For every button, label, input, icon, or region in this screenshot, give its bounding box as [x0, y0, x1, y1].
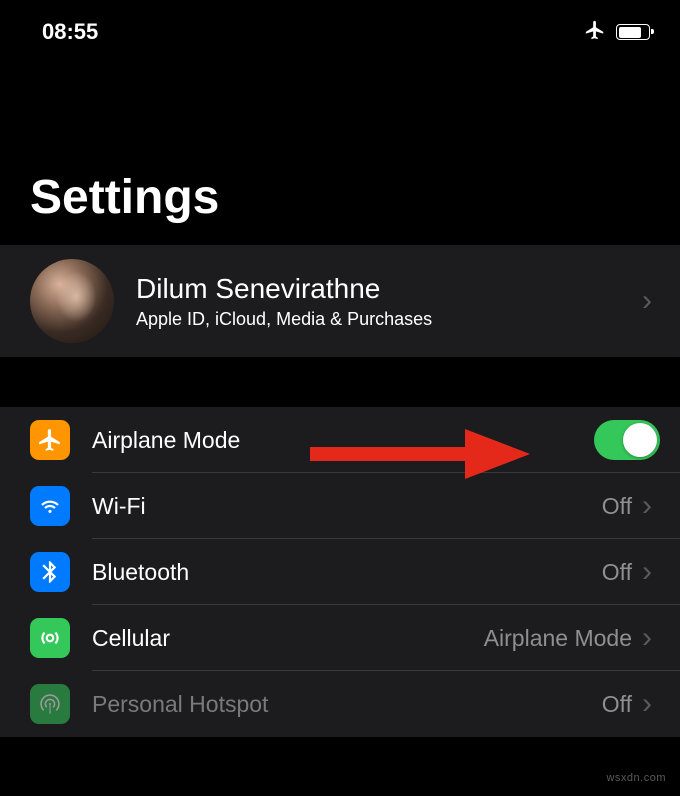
chevron-right-icon: › — [642, 284, 660, 318]
setting-label: Wi-Fi — [92, 493, 602, 520]
avatar — [30, 259, 114, 343]
setting-row-wifi[interactable]: Wi-Fi Off › — [0, 473, 680, 539]
setting-value: Off — [602, 691, 632, 718]
setting-label: Personal Hotspot — [92, 691, 602, 718]
setting-row-cellular[interactable]: Cellular Airplane Mode › — [0, 605, 680, 671]
account-section: Dilum Senevirathne Apple ID, iCloud, Med… — [0, 245, 680, 357]
toggle-knob — [623, 423, 657, 457]
wifi-icon — [30, 486, 70, 526]
chevron-right-icon: › — [642, 555, 660, 589]
hotspot-icon — [30, 684, 70, 724]
battery-icon — [616, 24, 650, 40]
account-row[interactable]: Dilum Senevirathne Apple ID, iCloud, Med… — [0, 245, 680, 357]
airplane-toggle[interactable] — [594, 420, 660, 460]
page-title: Settings — [0, 60, 680, 245]
watermark: wsxdn.com — [606, 772, 666, 784]
setting-row-hotspot[interactable]: Personal Hotspot Off › — [0, 671, 680, 737]
setting-value: Airplane Mode — [484, 625, 632, 652]
setting-row-bluetooth[interactable]: Bluetooth Off › — [0, 539, 680, 605]
status-time: 08:55 — [42, 19, 98, 45]
setting-value: Off — [602, 493, 632, 520]
setting-value: Off — [602, 559, 632, 586]
status-indicators — [584, 19, 650, 46]
cellular-icon — [30, 618, 70, 658]
settings-list: Airplane Mode Wi-Fi Off › Bluetooth Off … — [0, 407, 680, 737]
airplane-mode-icon — [30, 420, 70, 460]
setting-label: Bluetooth — [92, 559, 602, 586]
airplane-icon — [584, 19, 606, 46]
bluetooth-icon — [30, 552, 70, 592]
account-text: Dilum Senevirathne Apple ID, iCloud, Med… — [136, 273, 620, 330]
setting-label: Airplane Mode — [92, 427, 594, 454]
status-bar: 08:55 — [0, 0, 680, 60]
setting-label: Cellular — [92, 625, 484, 652]
account-name: Dilum Senevirathne — [136, 273, 620, 305]
section-spacer — [0, 357, 680, 407]
setting-row-airplane[interactable]: Airplane Mode — [0, 407, 680, 473]
chevron-right-icon: › — [642, 489, 660, 523]
chevron-right-icon: › — [642, 621, 660, 655]
account-subtitle: Apple ID, iCloud, Media & Purchases — [136, 309, 620, 330]
chevron-right-icon: › — [642, 687, 660, 721]
